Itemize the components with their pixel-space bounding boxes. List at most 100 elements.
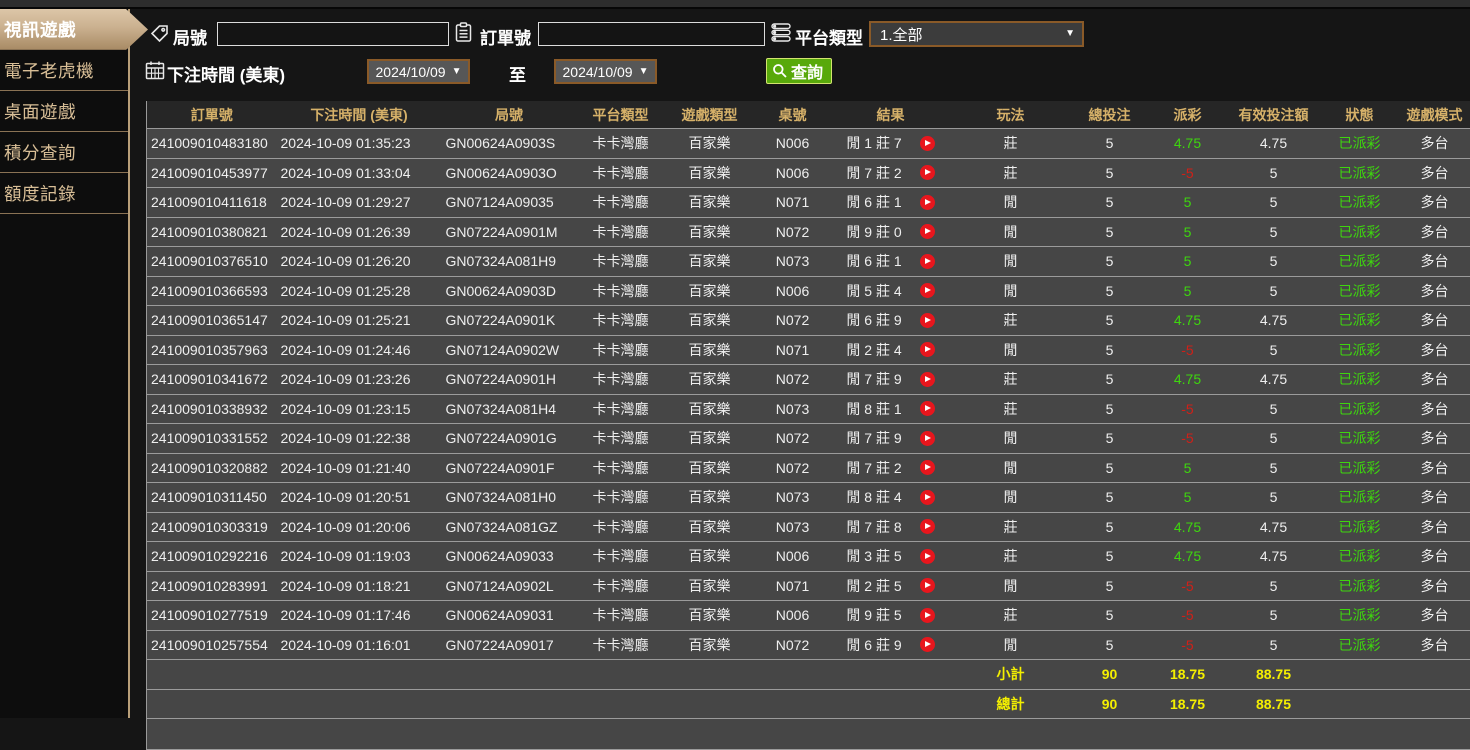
total-bet-cell: 5 (1071, 601, 1149, 631)
sidebar-item-slot-machines[interactable]: 電子老虎機 (0, 50, 128, 91)
payout-cell: 5 (1149, 217, 1227, 247)
status-cell: 已派彩 (1321, 306, 1399, 336)
round-number-cell: GN07124A0902W (442, 335, 577, 365)
game-mode-cell: 多台 (1399, 276, 1470, 306)
valid-bet-cell: 4.75 (1227, 129, 1321, 159)
bet-time-cell: 2024-10-09 01:26:39 (277, 217, 442, 247)
play-video-icon[interactable] (920, 578, 935, 593)
status-cell: 已派彩 (1321, 158, 1399, 188)
sidebar-item-points-inquiry[interactable]: 積分查詢 (0, 132, 128, 173)
column-header: 總投注 (1071, 101, 1149, 129)
round-number-label: 局號 (173, 24, 207, 49)
total-bet-cell: 5 (1071, 453, 1149, 483)
order-number-cell: 241009010311450 (147, 483, 277, 513)
summary-payout: 18.75 (1149, 660, 1227, 690)
payout-cell: 5 (1149, 276, 1227, 306)
play-video-icon[interactable] (920, 490, 935, 505)
result-score: 閒 1 莊 7 (846, 133, 901, 153)
play-video-icon[interactable] (920, 401, 935, 416)
play-video-icon[interactable] (920, 136, 935, 151)
table-number-cell: N071 (755, 188, 831, 218)
play-video-icon[interactable] (920, 283, 935, 298)
total-bet-cell: 5 (1071, 365, 1149, 395)
play-video-icon[interactable] (920, 637, 935, 652)
result-score: 閒 5 莊 4 (846, 281, 901, 301)
top-strip (0, 0, 1470, 9)
sidebar-item-credit-records[interactable]: 額度記錄 (0, 173, 128, 214)
valid-bet-cell: 5 (1227, 483, 1321, 513)
bet-record-row: 2410090103315522024-10-09 01:22:38GN0722… (147, 424, 1470, 454)
round-number-cell: GN07224A09017 (442, 630, 577, 660)
bet-side-cell: 莊 (951, 542, 1071, 572)
bet-record-row: 2410090102922162024-10-09 01:19:03GN0062… (147, 542, 1470, 572)
play-video-icon[interactable] (920, 313, 935, 328)
game-mode-cell: 多台 (1399, 129, 1470, 159)
chevron-down-icon: ▼ (1065, 29, 1082, 39)
bet-time-cell: 2024-10-09 01:21:40 (277, 453, 442, 483)
bet-time-cell: 2024-10-09 01:23:15 (277, 394, 442, 424)
total-bet-cell: 5 (1071, 483, 1149, 513)
bet-record-row: 2410090103579632024-10-09 01:24:46GN0712… (147, 335, 1470, 365)
play-video-icon[interactable] (920, 372, 935, 387)
bet-time-cell: 2024-10-09 01:18:21 (277, 571, 442, 601)
bet-record-row: 2410090104116182024-10-09 01:29:27GN0712… (147, 188, 1470, 218)
status-cell: 已派彩 (1321, 365, 1399, 395)
total-bet-cell: 5 (1071, 188, 1149, 218)
play-video-icon[interactable] (920, 224, 935, 239)
bet-record-row: 2410090103389322024-10-09 01:23:15GN0732… (147, 394, 1470, 424)
total-bet-cell: 5 (1071, 542, 1149, 572)
play-video-icon[interactable] (920, 460, 935, 475)
play-video-icon[interactable] (920, 549, 935, 564)
status-cell: 已派彩 (1321, 129, 1399, 159)
bet-side-cell: 莊 (951, 365, 1071, 395)
platform-cell: 卡卡灣廳 (577, 424, 665, 454)
valid-bet-cell: 5 (1227, 630, 1321, 660)
total-bet-cell: 5 (1071, 335, 1149, 365)
sidebar-item-live-games[interactable]: 視訊遊戲 (0, 9, 148, 50)
platform-type-select[interactable]: 1.全部 ▼ (869, 21, 1084, 47)
empty-cell (147, 660, 277, 690)
bet-record-row: 2410090103665932024-10-09 01:25:28GN0062… (147, 276, 1470, 306)
play-video-icon[interactable] (920, 254, 935, 269)
play-video-icon[interactable] (920, 608, 935, 623)
calendar-icon (145, 60, 165, 80)
result-cell: 閒 7 莊 9 (831, 365, 951, 395)
search-button[interactable]: 查詢 (766, 58, 832, 84)
valid-bet-cell: 5 (1227, 394, 1321, 424)
bet-side-cell: 閒 (951, 424, 1071, 454)
game-type-cell: 百家樂 (665, 601, 755, 631)
play-video-icon[interactable] (920, 431, 935, 446)
payout-cell: -5 (1149, 571, 1227, 601)
play-video-icon[interactable] (920, 519, 935, 534)
sidebar-item-table-games[interactable]: 桌面遊戲 (0, 91, 128, 132)
order-number-cell: 241009010331552 (147, 424, 277, 454)
play-video-icon[interactable] (920, 165, 935, 180)
game-type-cell: 百家樂 (665, 306, 755, 336)
table-number-cell: N072 (755, 424, 831, 454)
order-number-input[interactable] (538, 22, 765, 46)
sidebar-item-label: 桌面遊戲 (4, 99, 76, 124)
result-score: 閒 7 莊 2 (846, 458, 901, 478)
summary-valid-bet: 88.75 (1227, 689, 1321, 719)
platform-cell: 卡卡灣廳 (577, 247, 665, 277)
tag-icon (150, 24, 169, 43)
column-header: 有效投注額 (1227, 101, 1321, 129)
result-score: 閒 3 莊 5 (846, 546, 901, 566)
result-score: 閒 8 莊 1 (846, 399, 901, 419)
bet-time-cell: 2024-10-09 01:17:46 (277, 601, 442, 631)
date-from-select[interactable]: 2024/10/09 ▼ (367, 59, 470, 84)
date-to-select[interactable]: 2024/10/09 ▼ (554, 59, 657, 84)
status-cell: 已派彩 (1321, 571, 1399, 601)
play-video-icon[interactable] (920, 195, 935, 210)
round-number-input[interactable] (217, 22, 449, 46)
order-number-cell: 241009010292216 (147, 542, 277, 572)
bet-side-cell: 莊 (951, 512, 1071, 542)
total-bet-cell: 5 (1071, 217, 1149, 247)
game-type-cell: 百家樂 (665, 188, 755, 218)
platform-cell: 卡卡灣廳 (577, 483, 665, 513)
bet-record-row: 2410090104539772024-10-09 01:33:04GN0062… (147, 158, 1470, 188)
payout-cell: -5 (1149, 630, 1227, 660)
status-cell: 已派彩 (1321, 630, 1399, 660)
play-video-icon[interactable] (920, 342, 935, 357)
empty-cell (147, 719, 1470, 750)
